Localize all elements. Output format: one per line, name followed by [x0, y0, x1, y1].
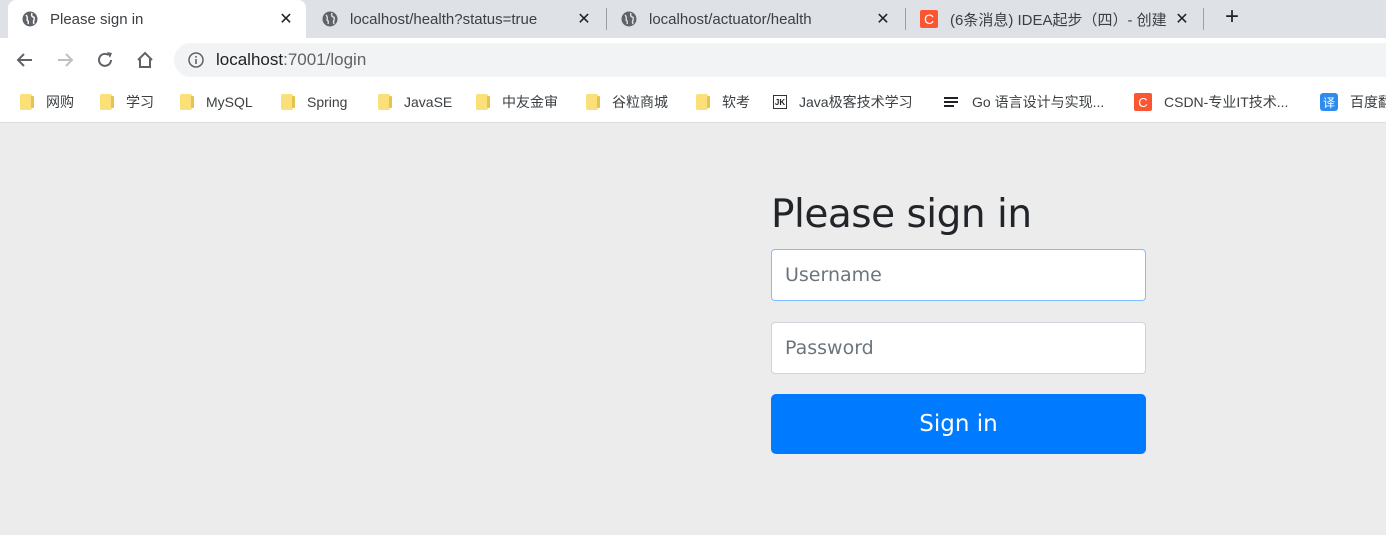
tab-actuator-health[interactable]: localhost/actuator/health ✕	[607, 0, 903, 38]
page-title: Please sign in	[771, 192, 1032, 237]
globe-icon	[22, 11, 38, 27]
username-input[interactable]	[771, 249, 1146, 301]
bookmark-label: Java极客技术学习	[799, 94, 913, 110]
folder-icon	[18, 94, 34, 110]
bookmark-label: 网购	[46, 94, 74, 110]
tab-title: localhost/actuator/health	[649, 10, 812, 28]
home-icon	[137, 51, 153, 68]
bookmark-label: 中友金审	[502, 94, 558, 110]
folder-icon	[279, 94, 295, 110]
bookmark-label: JavaSE	[404, 94, 453, 110]
forward-button[interactable]	[52, 47, 78, 73]
folder-icon	[376, 94, 392, 110]
bookmarks-bar: 网购 学习 MySQL Spring JavaSE 中友金审 谷粒商城 软考 J…	[0, 82, 1386, 123]
new-tab-button[interactable]: +	[1220, 3, 1244, 30]
tab-please-sign-in[interactable]: Please sign in ✕	[8, 0, 306, 38]
folder-icon	[178, 94, 194, 110]
bookmark-label: 谷粒商城	[612, 94, 668, 110]
tab-title: localhost/health?status=true	[350, 10, 538, 28]
close-tab-icon[interactable]: ✕	[873, 9, 893, 29]
globe-icon	[322, 11, 338, 27]
bookmark-go-design[interactable]: Go 语言设计与实现...	[944, 82, 1104, 122]
bookmark-folder-zhongyou[interactable]: 中友金审	[474, 82, 558, 122]
bookmark-label: 软考	[722, 94, 750, 110]
tab-health-status[interactable]: localhost/health?status=true ✕	[308, 0, 604, 38]
bookmark-label: MySQL	[206, 94, 253, 110]
password-input[interactable]	[771, 322, 1146, 374]
bookmark-label: 百度翻	[1350, 94, 1386, 110]
jk-icon: JK	[773, 95, 787, 109]
bookmark-folder-ruankao[interactable]: 软考	[694, 82, 750, 122]
reload-button[interactable]	[92, 47, 118, 73]
bookmark-csdn[interactable]: C CSDN-专业IT技术...	[1134, 82, 1288, 122]
bookmark-label: Go 语言设计与实现...	[972, 94, 1105, 110]
tab-strip: Please sign in ✕ localhost/health?status…	[0, 0, 1386, 38]
tab-title: Please sign in	[50, 10, 144, 28]
info-icon[interactable]	[188, 52, 204, 68]
bookmark-label: CSDN-专业IT技术...	[1164, 94, 1289, 110]
address-url: localhost:7001/login	[216, 50, 366, 70]
translate-icon: 译	[1320, 93, 1338, 111]
folder-icon	[694, 94, 710, 110]
tab-csdn-idea[interactable]: C (6条消息) IDEA起步（四）- 创建 ✕	[906, 0, 1202, 38]
reload-icon	[98, 52, 112, 67]
folder-icon	[584, 94, 600, 110]
tab-title: (6条消息) IDEA起步（四）- 创建	[950, 11, 1167, 29]
tab-divider	[1203, 8, 1204, 30]
csdn-icon: C	[1134, 93, 1152, 111]
url-host: localhost	[216, 50, 284, 69]
bookmark-label: 学习	[126, 94, 154, 110]
back-button[interactable]	[12, 47, 38, 73]
folder-icon	[474, 94, 490, 110]
browser-toolbar: localhost:7001/login	[0, 38, 1386, 82]
url-path: :7001/login	[283, 50, 367, 69]
lines-icon	[944, 94, 960, 110]
close-tab-icon[interactable]: ✕	[574, 9, 594, 29]
bookmark-label: Spring	[307, 94, 348, 110]
globe-icon	[621, 11, 637, 27]
bookmark-folder-xuexi[interactable]: 学习	[98, 82, 154, 122]
bookmark-folder-wanggou[interactable]: 网购	[18, 82, 74, 122]
forward-arrow-icon	[58, 53, 74, 67]
home-button[interactable]	[132, 47, 158, 73]
close-tab-icon[interactable]: ✕	[1172, 9, 1192, 29]
back-arrow-icon	[16, 53, 32, 67]
bookmark-folder-mysql[interactable]: MySQL	[178, 82, 253, 122]
address-bar[interactable]: localhost:7001/login	[174, 43, 1386, 77]
bookmark-folder-javase[interactable]: JavaSE	[376, 82, 452, 122]
bookmark-baidu-translate[interactable]: 译百度翻	[1320, 82, 1386, 122]
folder-icon	[98, 94, 114, 110]
csdn-icon: C	[920, 10, 938, 28]
bookmark-java-geek[interactable]: JK Java极客技术学习	[773, 82, 913, 122]
bookmark-folder-spring[interactable]: Spring	[279, 82, 347, 122]
bookmark-folder-guli[interactable]: 谷粒商城	[584, 82, 668, 122]
close-tab-icon[interactable]: ✕	[276, 9, 296, 29]
sign-in-button[interactable]: Sign in	[771, 394, 1146, 454]
